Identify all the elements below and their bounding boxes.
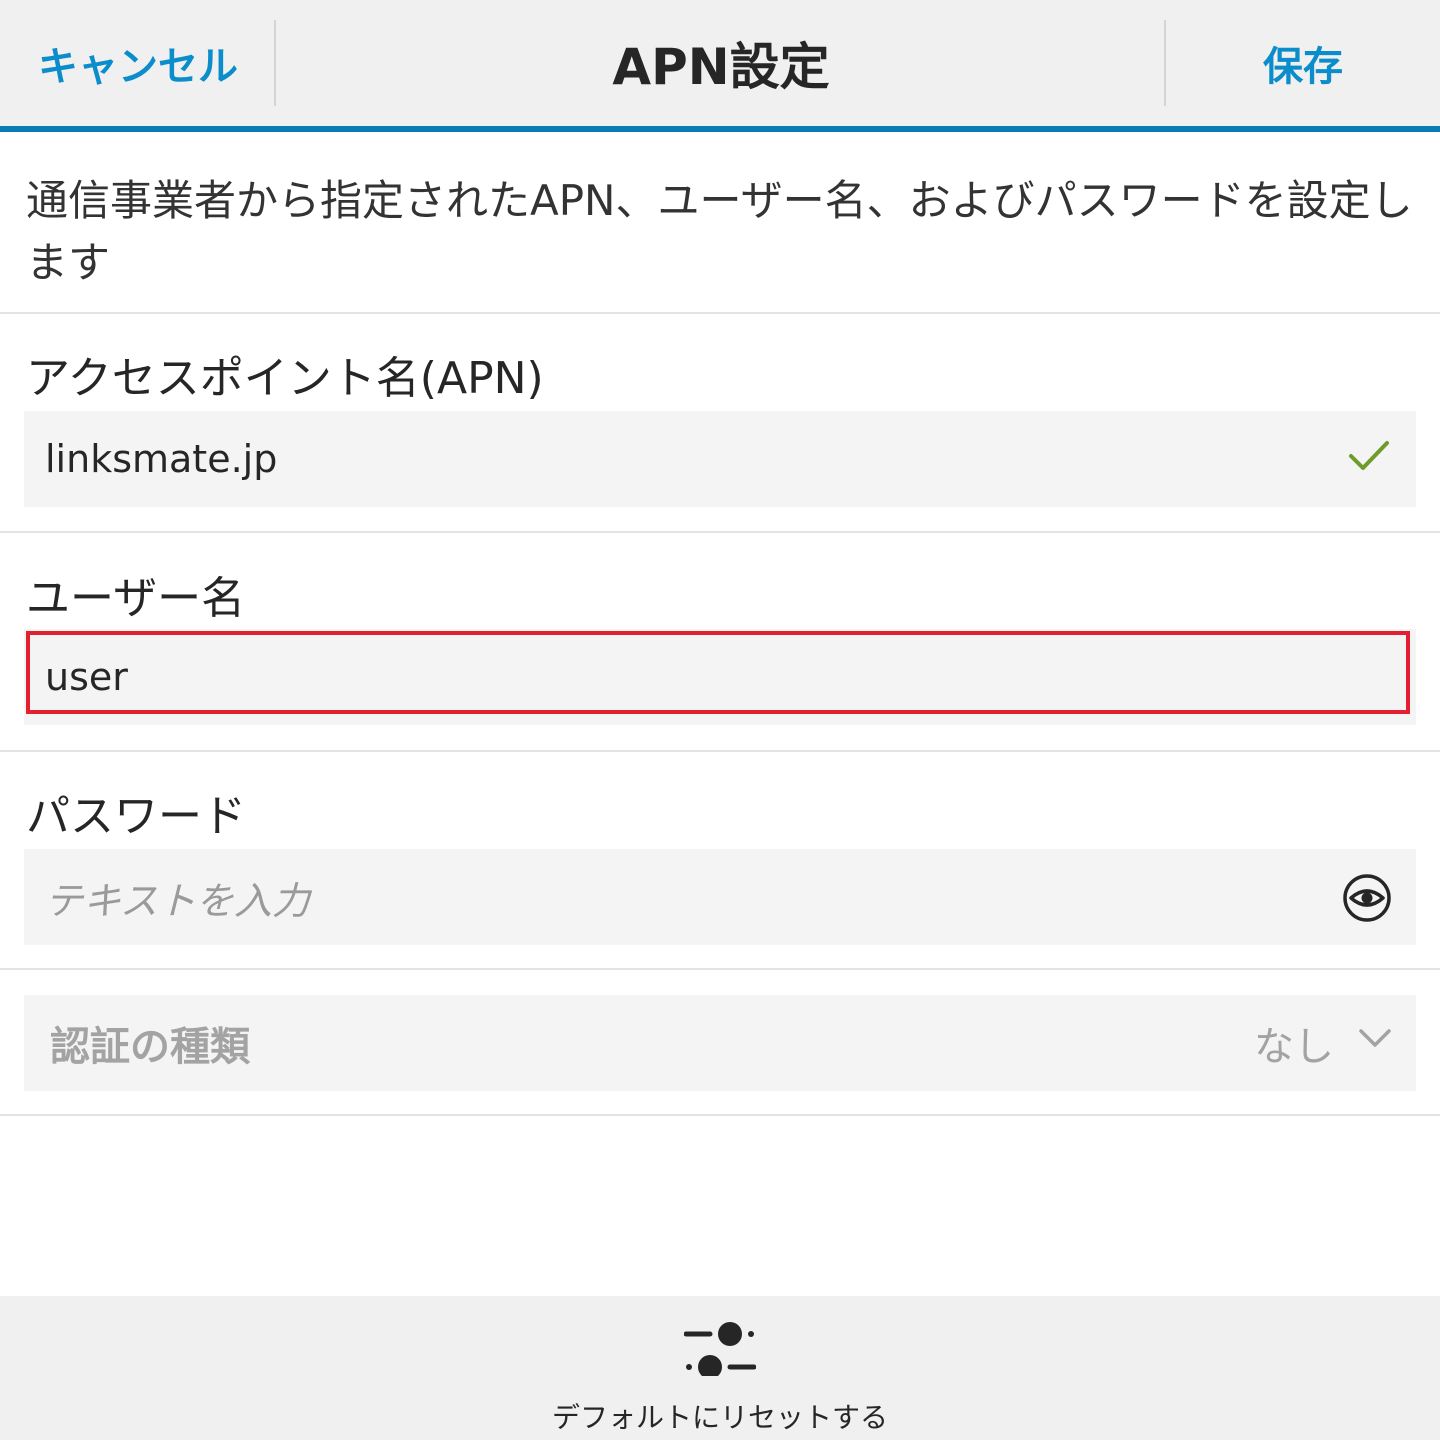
save-button[interactable]: 保存 bbox=[1166, 0, 1440, 126]
description-text: 通信事業者から指定されたAPN、ユーザー名、およびパスワードを設定します bbox=[26, 176, 1413, 287]
page-title: APN設定 bbox=[612, 38, 830, 96]
divider bbox=[0, 968, 1440, 970]
password-label: パスワード bbox=[26, 791, 246, 842]
auth-type-selected-value: なし bbox=[1254, 1024, 1334, 1070]
auth-type-dropdown[interactable]: 認証の種類 なし bbox=[24, 995, 1416, 1091]
apn-label: アクセスポイント名(APN) bbox=[26, 353, 544, 404]
check-icon bbox=[1349, 441, 1389, 470]
password-placeholder: テキストを入力 bbox=[45, 878, 310, 923]
divider bbox=[0, 1114, 1440, 1116]
eye-icon[interactable] bbox=[1342, 873, 1392, 923]
divider bbox=[0, 750, 1440, 752]
title-bar: キャンセル APN設定 保存 bbox=[0, 0, 1440, 126]
chevron-down-icon bbox=[1359, 1029, 1391, 1047]
reset-to-default-button[interactable]: デフォルトにリセットする bbox=[520, 1296, 920, 1440]
cancel-button[interactable]: キャンセル bbox=[0, 0, 276, 126]
apn-field[interactable]: linksmate.jp bbox=[24, 411, 1416, 507]
username-label: ユーザー名 bbox=[26, 573, 246, 624]
apn-value: linksmate.jp bbox=[45, 437, 278, 481]
divider bbox=[0, 531, 1440, 533]
username-highlight-box bbox=[26, 631, 1410, 714]
divider bbox=[274, 20, 276, 106]
divider bbox=[0, 312, 1440, 314]
title-bar-accent-line bbox=[0, 126, 1440, 132]
action-bar: デフォルトにリセットする bbox=[0, 1296, 1440, 1440]
auth-type-label: 認証の種類 bbox=[50, 1024, 250, 1070]
password-field[interactable]: テキストを入力 bbox=[24, 849, 1416, 945]
reset-label: デフォルトにリセットする bbox=[551, 1401, 888, 1434]
sliders-icon bbox=[684, 1322, 756, 1376]
